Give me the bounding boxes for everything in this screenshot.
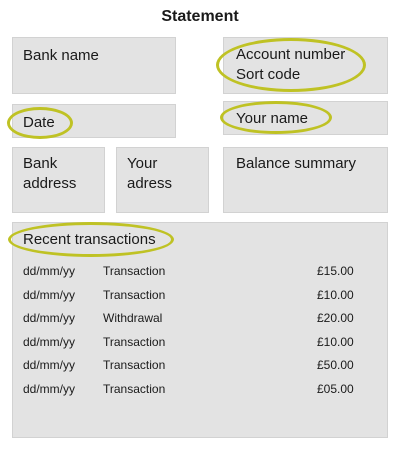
transaction-row: dd/mm/yy Transaction £50.00 [13,357,387,373]
transaction-description: Transaction [103,382,166,396]
date-label: Date [23,114,55,131]
your-address-line2: adress [127,175,173,192]
date-box: Date [12,104,176,138]
transaction-row: dd/mm/yy Transaction £15.00 [13,263,387,279]
transaction-description: Transaction [103,334,166,349]
bank-address-box: Bank address [12,147,105,213]
transaction-row: dd/mm/yy Transaction £10.00 [13,334,387,350]
transaction-list: dd/mm/yy Transaction £15.00 dd/mm/yy Transac… [13,223,387,437]
transaction-description: Withdrawal [103,311,163,326]
transaction-date: dd/mm/yy [23,287,76,302]
account-number-label: Account number [236,46,346,63]
bank-name-label: Bank name [23,47,99,64]
your-address-box: Your adress [116,147,209,213]
transaction-row: dd/mm/yy Transaction £10.00 [13,287,387,303]
transaction-date: dd/mm/yy [23,358,76,373]
account-details-box: Account number Sort code [223,37,388,94]
transaction-description: Transaction [103,287,166,302]
transaction-date: dd/mm/yy [23,311,76,326]
transaction-description: Transaction [103,264,166,278]
transaction-description: Transaction [103,358,166,373]
transaction-amount: £20.00 [317,311,354,326]
balance-summary-label: Balance summary [236,155,357,172]
transaction-amount: £10.00 [317,334,354,349]
statement-title: Statement [161,8,239,25]
transaction-date: dd/mm/yy [23,382,76,396]
transaction-row: dd/mm/yy Transaction £05.00 [13,381,387,397]
transaction-date: dd/mm/yy [23,264,76,278]
sort-code-label: Sort code [236,66,301,83]
balance-summary-box: Balance summary [223,147,388,213]
transaction-amount: £50.00 [317,358,354,373]
bank-name-box: Bank name [12,37,176,94]
bank-address-line1: Bank [23,155,58,172]
recent-transactions-box: Recent transactions dd/mm/yy Transaction £… [12,222,388,438]
your-address-line1: Your [127,155,158,172]
transaction-amount: £10.00 [317,287,354,302]
transaction-row: dd/mm/yy Withdrawal £20.00 [13,310,387,326]
your-name-box: Your name [223,101,388,135]
your-name-label: Your name [236,110,308,127]
transaction-date: dd/mm/yy [23,334,76,349]
bank-address-line2: address [23,175,77,192]
transaction-amount: £15.00 [317,264,354,278]
transaction-amount: £05.00 [317,382,354,396]
